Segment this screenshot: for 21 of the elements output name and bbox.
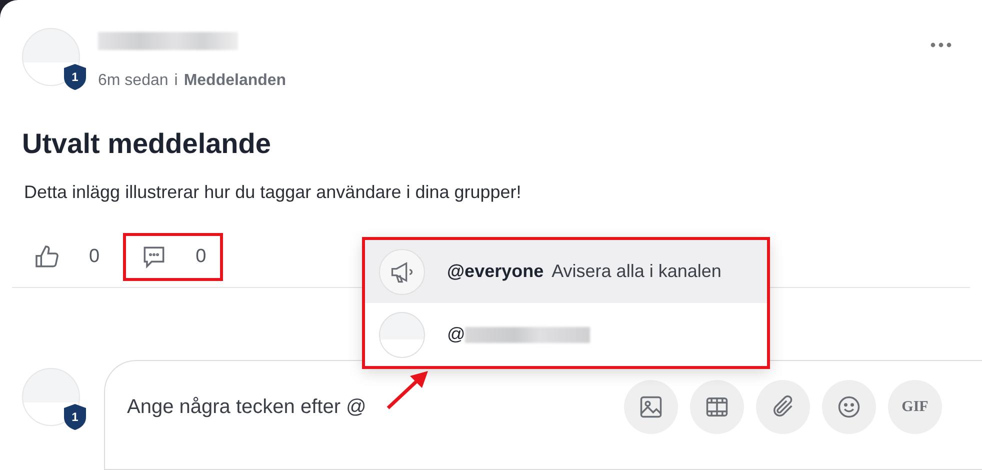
in-label: i: [174, 72, 178, 90]
comment-action[interactable]: 0: [122, 233, 224, 281]
mention-item[interactable]: @: [365, 303, 767, 366]
mention-handle: @: [447, 324, 466, 345]
avatar: [379, 312, 425, 358]
comment-count: 0: [196, 246, 206, 268]
like-action[interactable]: 0: [16, 233, 117, 281]
post-title: Utvalt meddelande: [22, 128, 272, 160]
more-icon[interactable]: [930, 42, 952, 48]
mention-item[interactable]: @everyone Avisera alla i kanalen: [365, 240, 767, 303]
mention-description: Avisera alla i kanalen: [552, 261, 722, 282]
post-time: 6m sedan: [98, 72, 168, 90]
shield-badge: 1: [64, 64, 86, 90]
like-count: 0: [89, 246, 100, 268]
gif-button[interactable]: GIF: [888, 380, 942, 434]
image-icon: [638, 394, 664, 420]
post-body: Detta inlägg illustrerar hur du taggar användare i dina grupper!: [24, 182, 522, 203]
channel-link[interactable]: Meddelanden: [184, 72, 286, 90]
smiley-icon: [836, 394, 862, 420]
mention-handle: @everyone: [447, 261, 544, 282]
shield-badge: 1: [64, 404, 86, 430]
